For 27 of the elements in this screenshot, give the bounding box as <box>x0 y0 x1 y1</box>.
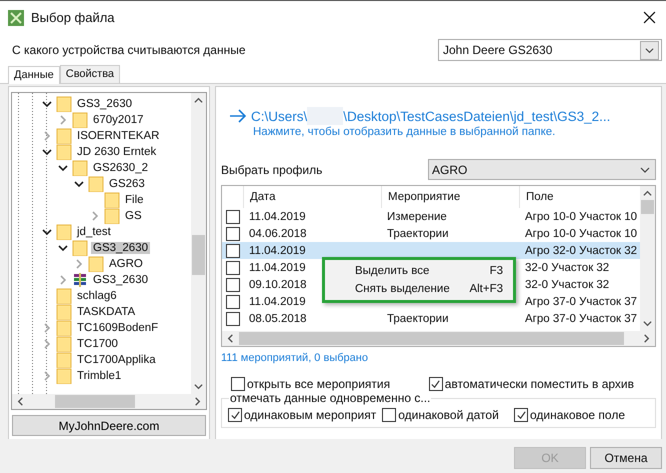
device-label: С какого устройства считываются данные <box>12 43 246 57</box>
date-cell: 08.05.2018 <box>249 312 307 324</box>
date-cell: 11.04.2019 <box>249 244 306 256</box>
date-cell: 11.04.2019 <box>249 296 306 308</box>
date-cell: 11.04.2019 <box>249 210 306 222</box>
option-label: автоматически поместить в архив <box>444 377 634 391</box>
field-cell: Агро 37-0 Участок 37 <box>525 296 638 308</box>
field-cell: Агро 37-0 Участок 37 <box>525 312 638 324</box>
field-cell: Агро 10-0 Участок 10 <box>525 210 638 222</box>
option-label: одинаковой датой <box>398 408 499 422</box>
field-cell: 32-0 Участок 32 <box>525 262 610 274</box>
option-label: открыть все мероприятия <box>247 377 390 391</box>
date-cell: 04.06.2018 <box>249 228 307 240</box>
option-label: одинаковым мероприят <box>244 408 376 422</box>
event-cell: Траектории <box>387 312 449 324</box>
window-title: Выбор файла <box>31 10 116 25</box>
field-cell: Агро 32-0 Участок 32 <box>525 244 638 256</box>
date-cell: 11.04.2019 <box>249 262 306 274</box>
summary-text: 111 мероприятий, 0 выбрано <box>221 352 369 364</box>
date-cell: 09.10.2018 <box>249 278 307 290</box>
profile-label: Выбрать профиль <box>221 162 322 176</box>
event-cell: Траектории <box>387 228 449 240</box>
field-cell: Агро 10-0 Участок 10 <box>525 228 638 240</box>
option-label: одинаковое поле <box>530 408 625 422</box>
field-cell: 32-0 Участок 32 <box>525 278 610 290</box>
group-title: отмечать данные одновременно с... <box>229 391 432 405</box>
event-cell: Измерение <box>387 210 447 222</box>
